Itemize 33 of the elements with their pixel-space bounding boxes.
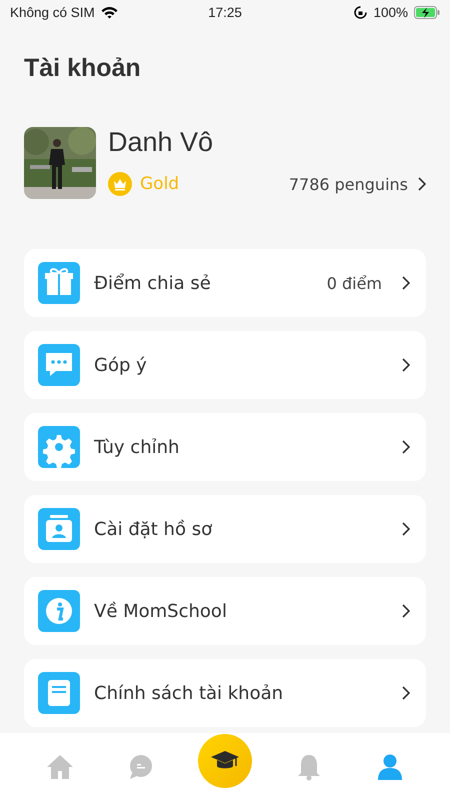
carrier-label: Không có SIM [10,4,95,20]
settings-icon [38,426,80,468]
chat-icon [38,344,80,386]
menu-item[interactable]: Về MomSchool [24,577,426,645]
clock-time: 17:25 [208,4,242,20]
chevron-icon [402,604,410,618]
menu-item[interactable]: Chính sách tài khoản [24,659,426,727]
gift-icon [38,262,80,304]
wifi-icon [100,6,118,18]
menu-item[interactable]: Điểm chia sẻ 0 điểm [24,249,426,317]
chevron-icon [402,686,410,700]
rotation-lock-icon [354,6,368,18]
tier-label: Gold [140,174,180,194]
crown-badge-icon [108,172,132,196]
document-icon [38,672,80,714]
battery-percent: 100% [373,4,408,20]
graduation-cap-tab[interactable] [198,734,252,788]
home-icon[interactable] [46,752,74,780]
points-link[interactable]: 7786 penguins [288,174,426,194]
menu-item[interactable]: Tùy chỉnh [24,413,426,481]
info-icon [38,590,80,632]
chevron-icon [418,177,426,191]
chevron-icon [402,522,410,536]
person-icon[interactable] [376,752,404,780]
battery-charging-icon [414,6,440,18]
menu-item[interactable]: Cài đặt hồ sơ [24,495,426,563]
chevron-icon [402,440,410,454]
user-name: Danh Vô [108,127,214,158]
menu-item[interactable]: Góp ý [24,331,426,399]
chevron-icon [402,358,410,372]
page-title: Tài khoản [24,54,142,83]
profile-card-icon [38,508,80,550]
chevron-icon [402,276,410,290]
